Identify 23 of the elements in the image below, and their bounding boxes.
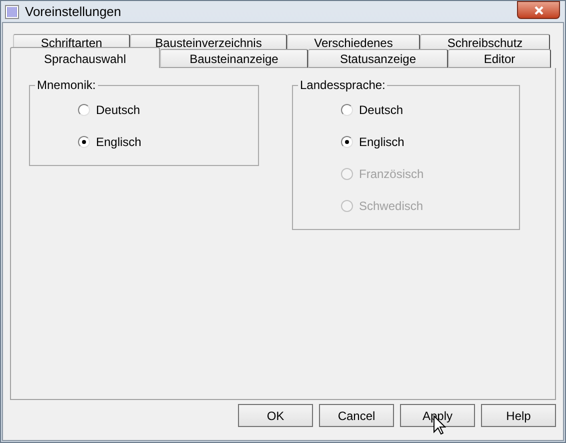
dialog-button[interactable]: Help [481, 404, 556, 427]
radio-label: Schwedisch [359, 198, 424, 214]
group-label: Landessprache: [298, 78, 388, 92]
radio-label: Französisch [359, 166, 424, 182]
tab[interactable]: Sprachauswahl [10, 47, 160, 68]
window-title: Voreinstellungen [25, 2, 122, 21]
dialog-button[interactable]: Cancel [319, 404, 394, 427]
close-icon [534, 6, 544, 14]
group-label: Mnemonik: [35, 78, 98, 92]
app-icon [5, 4, 19, 18]
radio-button[interactable] [78, 136, 90, 148]
radio-label: Englisch [96, 134, 142, 150]
radio-label: Deutsch [96, 102, 140, 118]
close-button[interactable] [517, 1, 560, 19]
radio-label: Deutsch [359, 102, 404, 118]
tab[interactable]: Bausteinanzeige [160, 49, 308, 68]
radio-button[interactable] [341, 104, 353, 116]
tab[interactable]: Statusanzeige [308, 49, 448, 68]
radio-button[interactable] [78, 104, 90, 116]
radio-label: Englisch [359, 134, 404, 150]
tab[interactable]: Editor [448, 49, 551, 68]
dialog-button[interactable]: OK [238, 404, 313, 427]
radio-button[interactable] [341, 136, 353, 148]
